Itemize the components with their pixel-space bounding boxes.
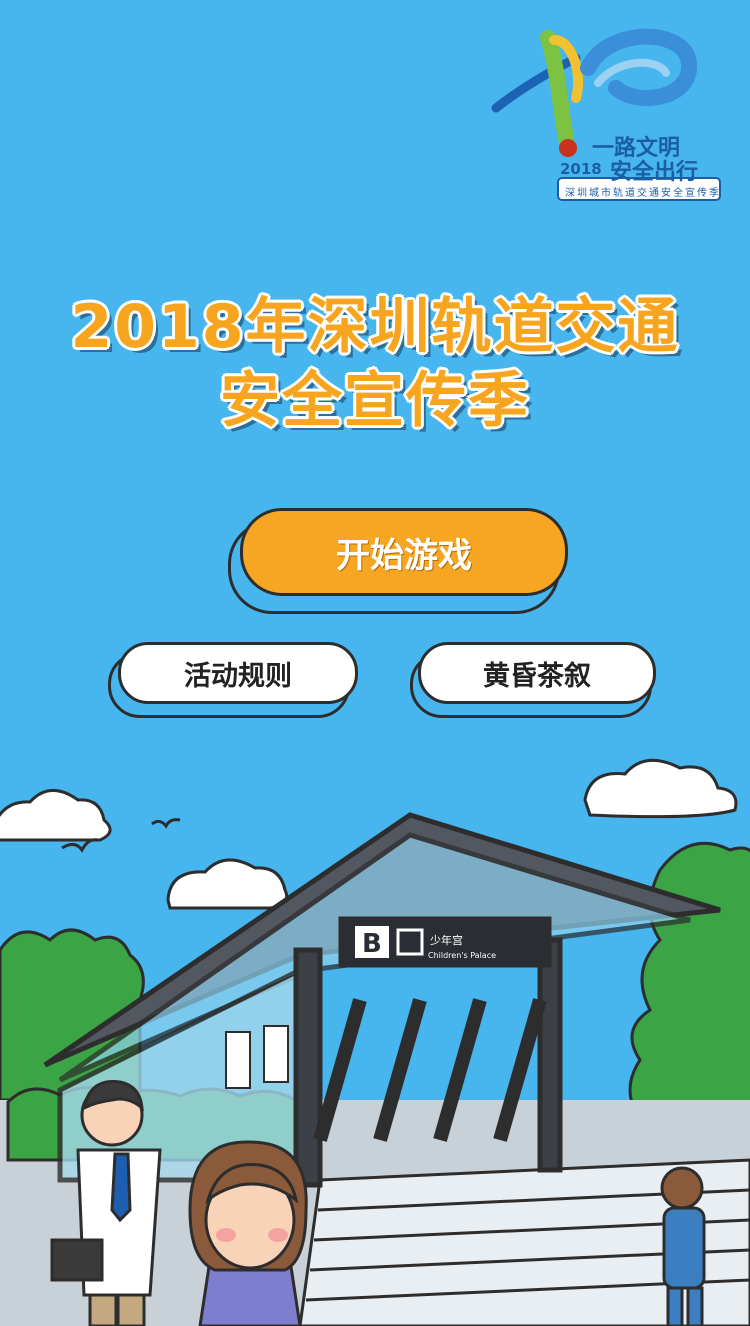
- logo-slogan-line2: 安全出行: [610, 160, 699, 185]
- station-scene-illustration: B 少年宫 Children's Palace: [0, 758, 750, 1326]
- logo-subtitle: 深圳城市轨道交通安全宣传季: [565, 188, 721, 199]
- start-game-button[interactable]: 开始游戏: [240, 508, 568, 596]
- child-character: [660, 1166, 706, 1326]
- page-title-line2: 安全宣传季: [220, 366, 530, 436]
- woman-character: [188, 1140, 308, 1326]
- chat-button[interactable]: 黄昏茶叙: [418, 642, 656, 704]
- station-name-cn: 少年宫: [430, 933, 463, 947]
- bird-icon: [151, 818, 181, 829]
- rules-button[interactable]: 活动规则: [118, 642, 358, 704]
- exit-letter: B: [362, 929, 382, 959]
- station-name-en: Children's Palace: [428, 951, 496, 960]
- logo-year: 2018: [560, 160, 602, 178]
